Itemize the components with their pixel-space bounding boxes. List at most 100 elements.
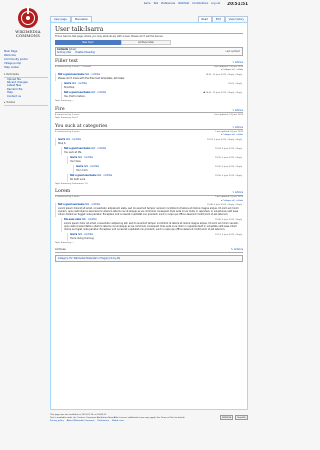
logo-wordmark: WIKIMEDIA COMMONS <box>15 29 40 39</box>
topic-header: You suck at categories ✎ Actions <box>55 124 243 131</box>
topic-summary: Topic Summary: Fire!!! <box>55 117 79 120</box>
topic-title[interactable]: Filler text <box>55 59 78 64</box>
post-timestamp[interactable]: 19:53, 5 June 2013 • Reply • Reply <box>207 139 242 142</box>
topic-summary: Topic Summary: — <box>55 100 75 103</box>
topic-controls: ▴ Collapse all · ▾ Hide <box>55 134 243 137</box>
sorting-value[interactable]: Last updated <box>226 50 240 53</box>
post-timestamp[interactable]: 19:55, 5 June 2013 • Reply <box>215 166 242 169</box>
post-author[interactable]: Not a good username <box>70 174 97 177</box>
topic-comment-count: 5 comments by 5 users <box>55 130 80 133</box>
triangle-right-icon: ▸ <box>4 101 6 105</box>
mediawiki-badge[interactable]: MediaWiki <box>235 415 248 420</box>
post-author[interactable]: Dis-ease subs <box>64 218 81 222</box>
personal-link-preferences[interactable]: Preferences <box>161 2 175 6</box>
sidebar-participate-list: Upload file Recent changes Latest files … <box>4 78 48 98</box>
post-timestamp[interactable]: 19:54, 5 June 2013 • Reply <box>215 148 242 151</box>
post-author[interactable]: Isarra <box>70 233 77 237</box>
topic: Fire ✎ Actions 4 comments by 2 users Last u… <box>55 107 243 121</box>
post-user-links[interactable]: talk · contribs <box>97 174 112 177</box>
topic-actions-link[interactable]: ✎ Actions <box>232 109 243 112</box>
personal-link-talk[interactable]: Talk <box>154 2 159 6</box>
post-author[interactable]: Isarra <box>76 165 83 168</box>
post-text: Your mom. <box>76 168 89 172</box>
post-text: No both suck. <box>70 177 86 181</box>
personal-toolbar: Isarra Talk Preferences Watchlist Contri… <box>90 2 248 6</box>
archives-actions-link[interactable]: ✎ Actions <box>231 248 243 252</box>
post-text: Lorem ipsum dolor sit amet, consectutur … <box>64 222 239 232</box>
post-user-links[interactable]: talk · contribs <box>66 138 81 141</box>
personal-link-watchlist[interactable]: Watchlist <box>178 2 189 6</box>
wikimedia-badge[interactable]: WIKIMEDIA <box>220 415 233 420</box>
page-intro: This is Isarra's talk page, where you ma… <box>55 35 164 38</box>
post: Not a good username talk · contribs 19:54… <box>61 146 243 155</box>
topic-title[interactable]: Lorem <box>55 189 70 194</box>
topic-controls: ▴ Collapse all · ▾ Hide <box>55 69 243 72</box>
footer-link-about[interactable]: About Wikimedia Commons <box>67 420 95 423</box>
topic-meta: 4 comments by 2 users Last updated: 13 Ju… <box>55 114 243 117</box>
category-link[interactable]: Category: Tis' Wikimedia Moderater in Fl… <box>58 257 120 260</box>
post-author[interactable]: Not a good username <box>64 91 91 94</box>
post: Not a good username talk · contribs ● 18:… <box>61 91 243 100</box>
topic-comment-count: 3 comments by 2 users <box>55 196 80 199</box>
collapse-all-link[interactable]: ▴ Collapse all · ▾ Hide <box>221 200 243 203</box>
post-user-links[interactable]: talk · contribs <box>78 233 93 237</box>
personal-link-contributions[interactable]: Contributions <box>192 2 208 6</box>
post-timestamp[interactable]: 19:56, 5 June 2013 • Reply <box>215 175 242 178</box>
post-author[interactable]: Isarra <box>58 138 65 141</box>
disable-threading-link[interactable]: Disable threading <box>75 51 94 54</box>
post-user-links[interactable]: talk · contribs <box>91 147 106 150</box>
post-user-links[interactable]: talk · contribs <box>91 91 106 94</box>
footer-link-mobile[interactable]: Mobile view <box>112 420 124 423</box>
post-author[interactable]: Not a good username <box>58 203 85 207</box>
post: Isarra talk · contribs 19:51, 5 June 2013… <box>67 233 243 242</box>
topic-actions-link[interactable]: ✎ Actions <box>232 61 243 64</box>
post-timestamp[interactable]: 18:01, 13 June 2013 • Reply • Reply <box>206 74 242 77</box>
post: Dis-ease subs talk · contribs 19:49, 5 Ju… <box>61 218 243 233</box>
post-author[interactable]: Not a good username <box>64 147 91 150</box>
post-user-links[interactable]: talk · contribs <box>85 73 100 76</box>
site-logo[interactable]: WIKIMEDIA COMMONS <box>4 6 52 48</box>
topic-title[interactable]: Fire <box>55 107 65 112</box>
post-user-links[interactable]: talk · contribs <box>82 218 97 222</box>
topic: Filler text ✎ Actions 4 comments by 3 user… <box>55 59 243 103</box>
post-user-links[interactable]: talk · contribs <box>72 82 87 85</box>
post-timestamp[interactable]: 19:55, 5 June 2013 • Reply <box>215 157 242 160</box>
post-user-links[interactable]: talk · contribs <box>78 156 93 159</box>
post-author[interactable]: Isarra <box>70 156 77 159</box>
topic-actions-link[interactable]: ✎ Actions <box>232 191 243 194</box>
collapse-all-link[interactable]: ▴ Collapse all · ▾ Hide <box>221 69 243 72</box>
new-topic-button[interactable]: New topic <box>55 40 121 45</box>
topic-actions-link[interactable]: ✎ Actions <box>232 126 243 129</box>
sidebar-toolbox-header[interactable]: ▸ Toolbox <box>4 101 48 106</box>
archives-title: Archives <box>55 248 66 252</box>
topic-comment-count: 4 comments by 3 users · 1 unread <box>55 66 91 68</box>
topic-title[interactable]: You suck at categories <box>55 124 107 129</box>
archive-index-button[interactable]: Archive index <box>121 40 171 45</box>
post: Not a good username talk · contribs 19:48… <box>55 203 243 218</box>
post-timestamp[interactable]: ● 18:01, 13 June 2013 • Reply • Reply <box>203 92 242 95</box>
personal-links: Isarra Talk Preferences Watchlist Contri… <box>144 2 220 6</box>
post-user-links[interactable]: talk · contribs <box>84 165 99 168</box>
post-author[interactable]: Isarra <box>64 82 71 85</box>
category-box: Category: Tis' Wikimedia Moderater in Fl… <box>55 254 243 262</box>
topic-summary: Topic Summary: Summarize 1.0 <box>55 182 88 185</box>
topic-comment-count: 4 comments by 2 users <box>55 113 80 116</box>
sidebar: Main Page Welcome Community portal Villa… <box>4 50 48 106</box>
post-timestamp[interactable]: 18:02 • Reply <box>228 83 242 86</box>
flow-toolbar: New topic Archive index <box>55 40 243 45</box>
post-text: Please don't mess with the filler text t… <box>58 76 125 80</box>
post-user-links[interactable]: talk · contribs <box>85 203 100 207</box>
sidebar-item-contact-us[interactable]: Contact us <box>7 95 48 98</box>
post-author[interactable]: Not a good username <box>58 73 85 76</box>
post-timestamp[interactable]: 19:51, 5 June 2013 • Reply <box>215 234 242 237</box>
sorting-order-link[interactable]: Sorting order <box>57 51 71 54</box>
page-footer: This page was last modified on 2013-01-1… <box>50 414 248 423</box>
footer-link-privacy[interactable]: Privacy policy <box>50 420 64 423</box>
sidebar-item-help-center[interactable]: Help center <box>4 66 48 70</box>
topic: Lorem ✎ Actions 3 comments by 2 users Last … <box>55 189 243 245</box>
personal-link-logout[interactable]: Log out <box>211 2 220 6</box>
personal-link-user[interactable]: Isarra <box>144 2 151 6</box>
footer-badges: WIKIMEDIA MediaWiki <box>220 415 248 420</box>
footer-link-disclaimers[interactable]: Disclaimers <box>97 420 109 423</box>
collapse-all-link[interactable]: ▴ Collapse all · ▾ Hide <box>221 134 243 137</box>
